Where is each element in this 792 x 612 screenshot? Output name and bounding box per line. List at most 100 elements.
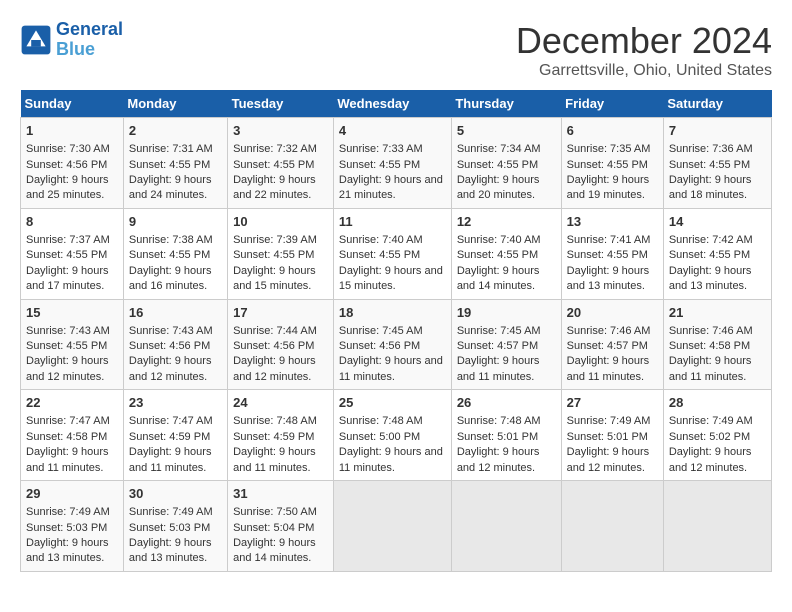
daylight-text: Daylight: 9 hours and 16 minutes.: [129, 265, 212, 292]
sunset-text: Sunset: 4:55 PM: [129, 159, 210, 171]
calendar-cell: 5Sunrise: 7:34 AMSunset: 4:55 PMDaylight…: [451, 118, 561, 209]
sunrise-text: Sunrise: 7:50 AM: [233, 506, 317, 518]
calendar-cell: 21 Sunrise: 7:46 AM Sunset: 4:58 PM Dayligh…: [663, 299, 771, 390]
day-number: 26: [457, 394, 556, 412]
calendar-week-1: 1Sunrise: 7:30 AMSunset: 4:56 PMDaylight…: [21, 118, 772, 209]
calendar-cell: 2Sunrise: 7:31 AMSunset: 4:55 PMDaylight…: [123, 118, 227, 209]
col-wednesday: Wednesday: [333, 90, 451, 118]
sunrise-text: Sunrise: 7:37 AM: [26, 234, 110, 246]
sunrise-text: Sunrise: 7:48 AM: [457, 415, 541, 427]
sunrise-text: Sunrise: 7:45 AM: [339, 325, 423, 337]
day-number: 27: [567, 394, 658, 412]
calendar-cell: 6 Sunrise: 7:35 AM Sunset: 4:55 PM Daylight…: [561, 118, 663, 209]
calendar-cell: 23Sunrise: 7:47 AMSunset: 4:59 PMDayligh…: [123, 390, 227, 481]
sunset-text: Sunset: 5:02 PM: [669, 431, 750, 443]
calendar-week-2: 8Sunrise: 7:37 AMSunset: 4:55 PMDaylight…: [21, 208, 772, 299]
daylight-text: Daylight: 9 hours and 21 minutes.: [339, 174, 443, 201]
day-number: 29: [26, 485, 118, 503]
day-number: 2: [129, 122, 222, 140]
sunrise-text: Sunrise: 7:43 AM: [26, 325, 110, 337]
daylight-text: Daylight: 9 hours and 13 minutes.: [669, 265, 752, 292]
sunrise-text: Sunrise: 7:46 AM: [669, 325, 753, 337]
day-number: 10: [233, 213, 328, 231]
calendar-cell: 22Sunrise: 7:47 AMSunset: 4:58 PMDayligh…: [21, 390, 124, 481]
day-number: 19: [457, 304, 556, 322]
calendar-cell: 4 Sunrise: 7:33 AM Sunset: 4:55 PM Daylight…: [333, 118, 451, 209]
daylight-text: Daylight: 9 hours and 12 minutes.: [567, 446, 650, 473]
daylight-text: Daylight: 9 hours and 12 minutes.: [669, 446, 752, 473]
sunrise-text: Sunrise: 7:33 AM: [339, 143, 423, 155]
sunrise-text: Sunrise: 7:35 AM: [567, 143, 651, 155]
col-sunday: Sunday: [21, 90, 124, 118]
day-number: 11: [339, 213, 446, 231]
sunset-text: Sunset: 5:01 PM: [457, 431, 538, 443]
day-number: 23: [129, 394, 222, 412]
calendar-cell: 19Sunrise: 7:45 AMSunset: 4:57 PMDayligh…: [451, 299, 561, 390]
calendar-cell: 3Sunrise: 7:32 AMSunset: 4:55 PMDaylight…: [228, 118, 334, 209]
daylight-text: Daylight: 9 hours and 13 minutes.: [567, 265, 650, 292]
calendar-table: Sunday Monday Tuesday Wednesday Thursday…: [20, 90, 772, 572]
calendar-cell: 10Sunrise: 7:39 AMSunset: 4:55 PMDayligh…: [228, 208, 334, 299]
calendar-cell: 25Sunrise: 7:48 AMSunset: 5:00 PMDayligh…: [333, 390, 451, 481]
calendar-cell: 11Sunrise: 7:40 AMSunset: 4:55 PMDayligh…: [333, 208, 451, 299]
daylight-text: Daylight: 9 hours and 11 minutes.: [339, 355, 443, 382]
calendar-cell: 27Sunrise: 7:49 AMSunset: 5:01 PMDayligh…: [561, 390, 663, 481]
sunrise-text: Sunrise: 7:34 AM: [457, 143, 541, 155]
daylight-text: Daylight: 9 hours and 14 minutes.: [233, 537, 316, 564]
day-number: 21: [669, 304, 766, 322]
daylight-text: Daylight: 9 hours and 19 minutes.: [567, 174, 650, 201]
sunrise-text: Sunrise: 7:49 AM: [669, 415, 753, 427]
daylight-text: Daylight: 9 hours and 12 minutes.: [129, 355, 212, 382]
day-number: 3: [233, 122, 328, 140]
logo-text: General Blue: [56, 20, 123, 60]
daylight-text: Daylight: 9 hours and 12 minutes.: [26, 355, 109, 382]
sunset-text: Sunset: 5:01 PM: [567, 431, 648, 443]
calendar-cell: 28 Sunrise: 7:49 AM Sunset: 5:02 PM Dayligh…: [663, 390, 771, 481]
daylight-text: Daylight: 9 hours and 17 minutes.: [26, 265, 109, 292]
sunset-text: Sunset: 4:56 PM: [233, 340, 314, 352]
day-number: 25: [339, 394, 446, 412]
daylight-text: Daylight: 9 hours and 11 minutes.: [26, 446, 109, 473]
calendar-cell: 29Sunrise: 7:49 AMSunset: 5:03 PMDayligh…: [21, 481, 124, 572]
daylight-text: Daylight: 9 hours and 12 minutes.: [457, 446, 540, 473]
sunset-text: Sunset: 4:55 PM: [567, 159, 648, 171]
sunrise-text: Sunrise: 7:45 AM: [457, 325, 541, 337]
day-number: 20: [567, 304, 658, 322]
sunset-text: Sunset: 4:55 PM: [669, 159, 750, 171]
sunrise-text: Sunrise: 7:46 AM: [567, 325, 651, 337]
col-saturday: Saturday: [663, 90, 771, 118]
logo: General Blue: [20, 20, 123, 60]
calendar-week-3: 15Sunrise: 7:43 AMSunset: 4:55 PMDayligh…: [21, 299, 772, 390]
day-number: 18: [339, 304, 446, 322]
sunrise-text: Sunrise: 7:43 AM: [129, 325, 213, 337]
calendar-cell: 13Sunrise: 7:41 AMSunset: 4:55 PMDayligh…: [561, 208, 663, 299]
day-number: 5: [457, 122, 556, 140]
daylight-text: Daylight: 9 hours and 18 minutes.: [669, 174, 752, 201]
calendar-cell: [333, 481, 451, 572]
daylight-text: Daylight: 9 hours and 15 minutes.: [233, 265, 316, 292]
calendar-cell: 15Sunrise: 7:43 AMSunset: 4:55 PMDayligh…: [21, 299, 124, 390]
day-number: 7: [669, 122, 766, 140]
daylight-text: Daylight: 9 hours and 12 minutes.: [233, 355, 316, 382]
day-number: 24: [233, 394, 328, 412]
day-number: 28: [669, 394, 766, 412]
day-number: 4: [339, 122, 446, 140]
calendar-cell: 18Sunrise: 7:45 AMSunset: 4:56 PMDayligh…: [333, 299, 451, 390]
sunset-text: Sunset: 4:58 PM: [669, 340, 750, 352]
calendar-cell: 12Sunrise: 7:40 AMSunset: 4:55 PMDayligh…: [451, 208, 561, 299]
sunrise-text: Sunrise: 7:47 AM: [129, 415, 213, 427]
day-number: 15: [26, 304, 118, 322]
calendar-cell: [561, 481, 663, 572]
sunset-text: Sunset: 4:55 PM: [339, 159, 420, 171]
day-number: 6: [567, 122, 658, 140]
page-header: General Blue December 2024 Garrettsville…: [20, 20, 772, 80]
sunset-text: Sunset: 4:55 PM: [457, 159, 538, 171]
sunset-text: Sunset: 4:55 PM: [233, 159, 314, 171]
daylight-text: Daylight: 9 hours and 11 minutes.: [669, 355, 752, 382]
daylight-text: Daylight: 9 hours and 14 minutes.: [457, 265, 540, 292]
logo-icon: [20, 24, 52, 56]
daylight-text: Daylight: 9 hours and 11 minutes.: [339, 446, 443, 473]
sunset-text: Sunset: 5:03 PM: [129, 522, 210, 534]
daylight-text: Daylight: 9 hours and 13 minutes.: [129, 537, 212, 564]
sunrise-text: Sunrise: 7:40 AM: [457, 234, 541, 246]
